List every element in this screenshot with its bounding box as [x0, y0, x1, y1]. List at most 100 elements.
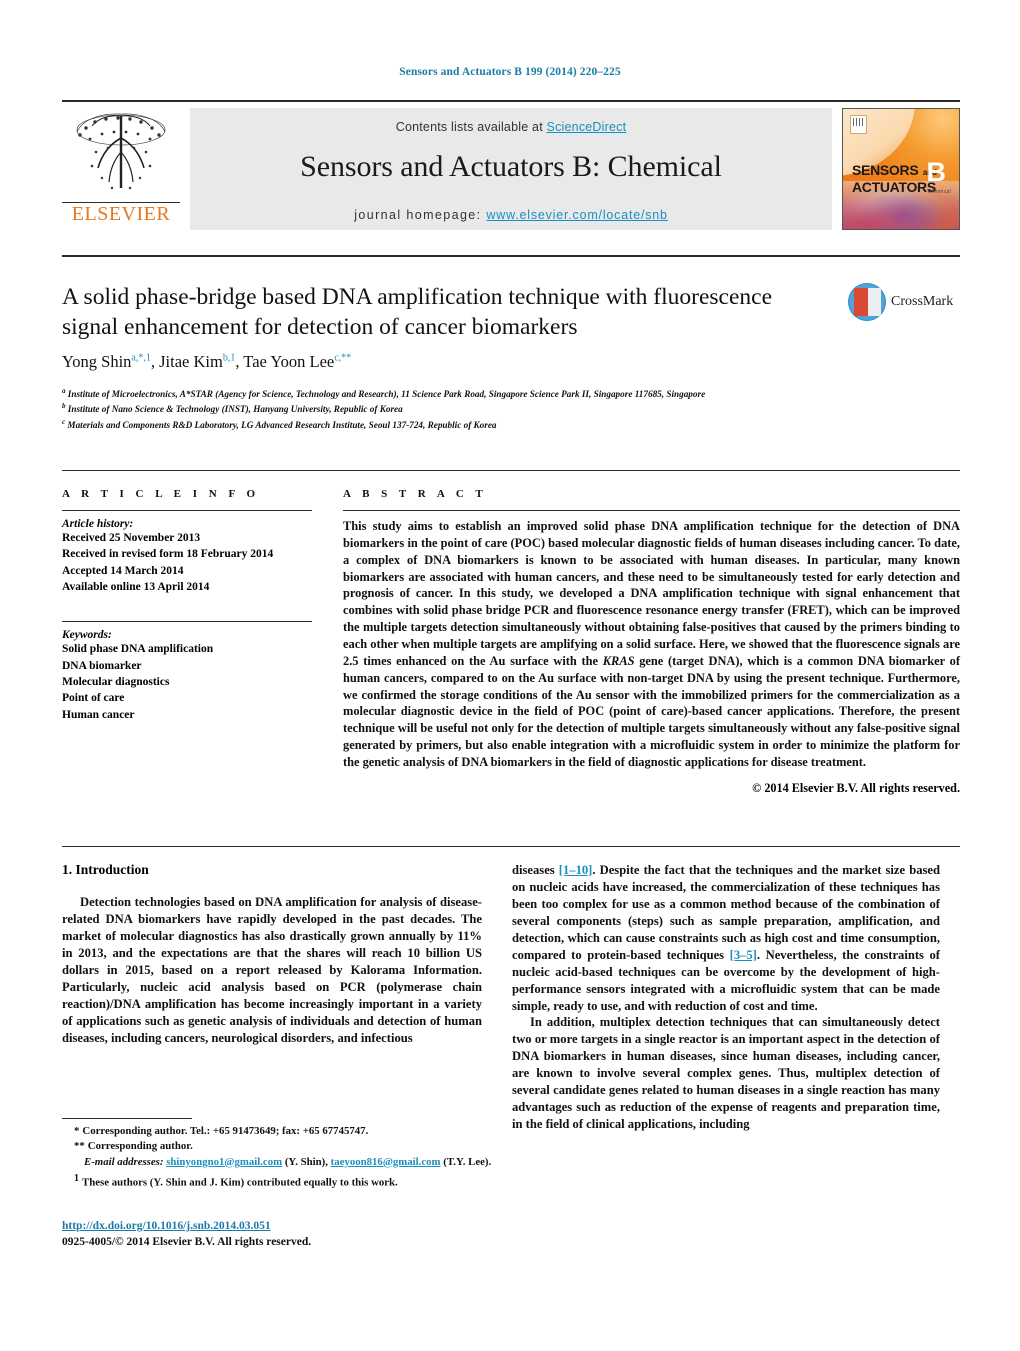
- contents-lists-line: Contents lists available at ScienceDirec…: [190, 120, 832, 134]
- footnote-mark: *: [74, 1125, 80, 1137]
- journal-homepage-line: journal homepage: www.elsevier.com/locat…: [190, 208, 832, 222]
- footnote-corresponding-2: ** Corresponding author.: [62, 1139, 492, 1154]
- contents-lists-prefix: Contents lists available at: [395, 120, 547, 134]
- journal-article-page: Sensors and Actuators B 199 (2014) 220–2…: [0, 0, 1020, 1351]
- cover-title-line1: SENSORS: [852, 162, 919, 178]
- author-name: Tae Yoon Lee: [243, 352, 335, 371]
- affiliation-item: b Institute of Nano Science & Technology…: [62, 401, 892, 416]
- footnote-equal-contribution: 1 These authors (Y. Shin and J. Kim) cont…: [62, 1172, 492, 1191]
- doi-block: http://dx.doi.org/10.1016/j.snb.2014.03.…: [62, 1216, 492, 1248]
- journal-homepage-link[interactable]: www.elsevier.com/locate/snb: [486, 208, 667, 222]
- journal-cover-thumbnail: SENSORS and ACTUATORS B Chemical: [842, 108, 960, 230]
- doi-link[interactable]: http://dx.doi.org/10.1016/j.snb.2014.03.…: [62, 1220, 271, 1232]
- article-info-column: A R T I C L E I N F O Article history: R…: [62, 488, 312, 723]
- running-head: Sensors and Actuators B 199 (2014) 220–2…: [399, 66, 621, 78]
- crossmark-label: CrossMark: [891, 294, 954, 309]
- list-item: Accepted 14 March 2014: [62, 564, 184, 577]
- affiliation-text: Institute of Microelectronics, A*STAR (A…: [67, 389, 706, 400]
- abstract-part-1: This study aims to establish an improved…: [343, 519, 960, 668]
- email-link-lee[interactable]: taeyoon816@gmail.com: [331, 1156, 441, 1168]
- paragraph: Detection technologies based on DNA ampl…: [62, 895, 482, 1045]
- list-item: Point of care: [62, 692, 125, 705]
- crossmark-icon: [848, 283, 886, 321]
- affiliation-text: Institute of Nano Science & Technology (…: [67, 404, 403, 415]
- info-divider: [62, 470, 960, 471]
- cover-title-block: SENSORS and ACTUATORS: [852, 163, 937, 197]
- footnote-divider: [62, 1118, 192, 1119]
- journal-band: Contents lists available at ScienceDirec…: [190, 108, 832, 230]
- keywords-list: Solid phase DNA amplification DNA biomar…: [62, 641, 312, 723]
- author-marks: c,**: [334, 352, 352, 364]
- cover-title-line2: ACTUATORS: [852, 178, 936, 195]
- citation-link[interactable]: [3–5]: [730, 948, 757, 962]
- author-list: Yong Shina,*,1, Jitae Kimb,1, Tae Yoon L…: [62, 352, 352, 371]
- elsevier-wordmark: ELSEVIER: [62, 202, 180, 224]
- article-info-rule: [62, 510, 312, 511]
- footnote-corresponding-1: * Corresponding author. Tel.: +65 9147364…: [62, 1124, 492, 1139]
- abstract-rule: [343, 510, 960, 511]
- footnote-mark: 1: [74, 1172, 79, 1184]
- footnote-text: Corresponding author. Tel.: +65 91473649…: [82, 1125, 369, 1137]
- footnote-mark: **: [74, 1140, 85, 1153]
- keywords-label: Keywords:: [62, 629, 112, 642]
- list-item: Solid phase DNA amplification: [62, 643, 214, 656]
- affiliation-item: c Materials and Components R&D Laborator…: [62, 417, 892, 432]
- cover-series-letter: B: [926, 157, 947, 187]
- section-heading-introduction: 1. Introduction: [62, 862, 149, 877]
- cover-series-subtitle: Chemical: [927, 189, 951, 195]
- issn-copyright-line: 0925-4005/© 2014 Elsevier B.V. All right…: [62, 1236, 312, 1248]
- affiliation-mark: c: [62, 417, 66, 426]
- paragraph: In addition, multiplex detection techniq…: [512, 1015, 940, 1132]
- affiliation-text: Materials and Components R&D Laboratory,…: [67, 419, 497, 430]
- author-marks: a,*,1: [131, 352, 151, 364]
- paragraph-text: diseases: [512, 863, 559, 877]
- list-item: Received in revised form 18 February 201…: [62, 548, 274, 561]
- sciencedirect-link[interactable]: ScienceDirect: [547, 120, 627, 134]
- abstract-part-2: gene (target DNA), which is a common DNA…: [343, 653, 960, 770]
- title-divider: [62, 255, 960, 257]
- elsevier-tree-icon: [76, 113, 166, 190]
- abstract-column: A B S T R A C T This study aims to estab…: [343, 488, 960, 796]
- list-item: Received 25 November 2013: [62, 532, 201, 544]
- list-item: Available online 13 April 2014: [62, 580, 210, 593]
- keywords-block: Keywords: Solid phase DNA amplification …: [62, 621, 312, 723]
- abstract-text: This study aims to establish an improved…: [343, 518, 960, 771]
- gene-name: KRAS: [602, 653, 635, 668]
- email-author-lee: (T.Y. Lee).: [443, 1155, 492, 1168]
- page-title: A solid phase-bridge based DNA amplifica…: [62, 284, 773, 340]
- footnote-text: Corresponding author.: [87, 1140, 193, 1153]
- list-item: DNA biomarker: [62, 659, 142, 672]
- email-link-shin[interactable]: shinyongno1@gmail.com: [166, 1156, 282, 1168]
- affiliation-list: a Institute of Microelectronics, A*STAR …: [62, 386, 892, 432]
- body-column-right: diseases [1–10]. Despite the fact that t…: [512, 862, 940, 1133]
- homepage-label: journal homepage:: [354, 208, 482, 222]
- keywords-rule: [62, 621, 312, 623]
- footnote-text: These authors (Y. Shin and J. Kim) contr…: [82, 1176, 398, 1189]
- affiliation-mark: a: [62, 387, 66, 395]
- paragraph: diseases [1–10]. Despite the fact that t…: [512, 862, 940, 1014]
- citation-link[interactable]: [1–10]: [559, 863, 593, 877]
- author-marks: b,1: [222, 352, 236, 364]
- email-addresses-label: E-mail addresses:: [84, 1155, 164, 1168]
- journal-masthead: ELSEVIER Contents lists available at Sci…: [62, 100, 960, 230]
- abstract-heading: A B S T R A C T: [343, 488, 488, 500]
- article-history-list: Received 25 November 2013 Received in re…: [62, 530, 312, 595]
- elsevier-logo: ELSEVIER: [62, 108, 188, 230]
- email-author-shin: (Y. Shin),: [284, 1155, 328, 1168]
- list-item: Molecular diagnostics: [62, 675, 170, 688]
- cover-elsevier-mark-icon: [850, 115, 867, 134]
- copyright-line: © 2014 Elsevier B.V. All rights reserved…: [752, 780, 960, 795]
- author-name: Jitae Kim: [159, 352, 223, 371]
- footnote-emails: E-mail addresses: shinyongno1@gmail.com …: [62, 1155, 492, 1170]
- affiliation-mark: b: [62, 402, 66, 411]
- author-name: Yong Shin: [62, 352, 132, 371]
- footnote-block: * Corresponding author. Tel.: +65 9147364…: [62, 1118, 492, 1191]
- body-divider: [62, 846, 960, 847]
- article-history-label: Article history:: [62, 518, 134, 530]
- article-info-heading: A R T I C L E I N F O: [62, 488, 260, 500]
- journal-title: Sensors and Actuators B: Chemical: [300, 150, 722, 183]
- affiliation-item: a Institute of Microelectronics, A*STAR …: [62, 386, 892, 401]
- body-column-left: 1. Introduction Detection technologies b…: [62, 862, 482, 1046]
- crossmark-badge[interactable]: CrossMark: [848, 281, 960, 323]
- list-item: Human cancer: [62, 708, 135, 721]
